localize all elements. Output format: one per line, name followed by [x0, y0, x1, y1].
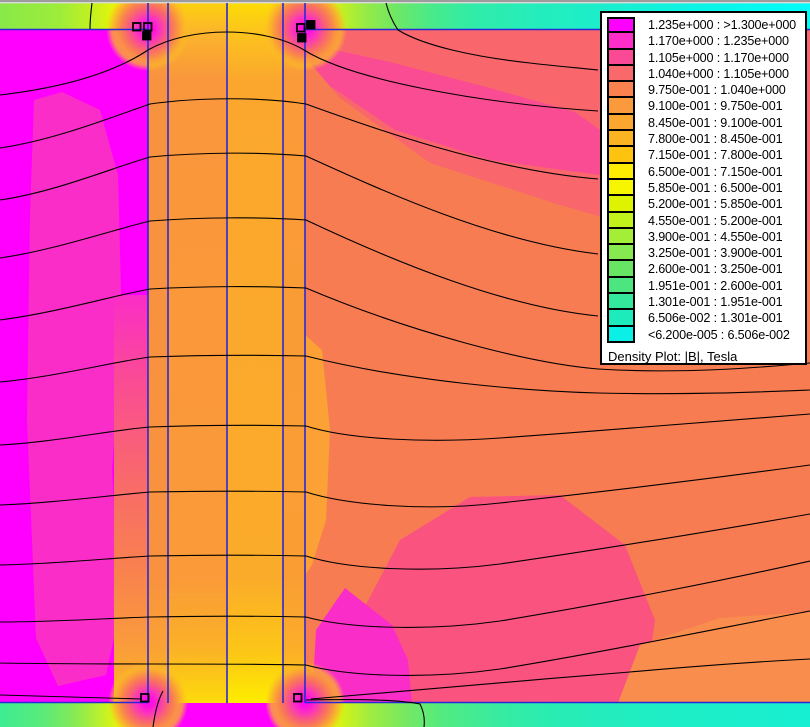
legend-row: 6.500e-001 : 7.150e-001 — [607, 161, 805, 180]
legend-entry-label: 7.150e-001 : 7.800e-001 — [648, 148, 783, 163]
legend-entry-label: 1.040e+000 : 1.105e+000 — [648, 66, 789, 81]
node-marker — [142, 31, 152, 41]
legend-row: 3.250e-001 : 3.900e-001 — [607, 243, 805, 262]
bottom-air-strip-right — [305, 703, 810, 727]
left-transition-band — [114, 295, 148, 703]
legend-row: 3.900e-001 : 4.550e-001 — [607, 226, 805, 246]
legend-entry-label: 1.951e-001 : 2.600e-001 — [648, 278, 783, 293]
legend-entry-label: 8.450e-001 : 9.100e-001 — [648, 115, 783, 130]
legend-row: 1.951e-001 : 2.600e-001 — [607, 275, 805, 295]
left-pink-patch — [27, 92, 122, 686]
legend-row: 1.105e+000 : 1.170e+000 — [607, 47, 805, 66]
window-top-highlight — [0, 2, 810, 4]
legend-entry-label: 7.800e-001 : 8.450e-001 — [648, 132, 783, 147]
femm-postprocessor-view: 1.235e+000 : >1.300e+000 1.170e+000 : 1.2… — [0, 0, 810, 727]
node-marker — [306, 20, 316, 30]
legend-row: 6.506e-002 : 1.301e-001 — [607, 308, 805, 327]
legend-row: 1.040e+000 : 1.105e+000 — [607, 63, 805, 83]
legend-row: 2.600e-001 : 3.250e-001 — [607, 259, 805, 278]
legend-entry-label: 3.250e-001 : 3.900e-001 — [648, 246, 783, 261]
legend-row: 5.850e-001 : 6.500e-001 — [607, 177, 805, 197]
legend-row: 1.235e+000 : >1.300e+000 — [607, 17, 805, 34]
legend-entry-label: 9.750e-001 : 1.040e+000 — [648, 83, 786, 98]
legend-swatch — [607, 324, 635, 343]
legend-entry-label: 5.850e-001 : 6.500e-001 — [648, 180, 783, 195]
legend-box: 1.235e+000 : >1.300e+000 1.170e+000 : 1.2… — [600, 11, 807, 365]
legend-entry-label: 4.550e-001 : 5.200e-001 — [648, 213, 783, 228]
legend-entry-label: 1.301e-001 : 1.951e-001 — [648, 295, 783, 310]
legend-entry-label: 9.100e-001 : 9.750e-001 — [648, 99, 783, 114]
legend-entry-label: 6.500e-001 : 7.150e-001 — [648, 164, 783, 179]
legend-entry-label: <6.200e-005 : 6.506e-002 — [648, 327, 790, 342]
legend-entry-label: 2.600e-001 : 3.250e-001 — [648, 262, 783, 277]
legend-row: 8.450e-001 : 9.100e-001 — [607, 112, 805, 132]
legend-row: 5.200e-001 : 5.850e-001 — [607, 194, 805, 213]
legend-entry-label: 1.170e+000 : 1.235e+000 — [648, 34, 789, 49]
legend-row: 1.170e+000 : 1.235e+000 — [607, 31, 805, 50]
legend-row: 1.301e-001 : 1.951e-001 — [607, 292, 805, 311]
legend-entries: 1.235e+000 : >1.300e+000 1.170e+000 : 1.2… — [607, 17, 805, 343]
legend-row: <6.200e-005 : 6.506e-002 — [607, 324, 805, 343]
legend-row: 4.550e-001 : 5.200e-001 — [607, 210, 805, 229]
legend-row: 9.100e-001 : 9.750e-001 — [607, 96, 805, 115]
legend-caption: Density Plot: |B|, Tesla — [608, 348, 738, 364]
legend-row: 7.150e-001 : 7.800e-001 — [607, 145, 805, 164]
legend-row: 9.750e-001 : 1.040e+000 — [607, 80, 805, 99]
legend-entry-label: 6.506e-002 : 1.301e-001 — [648, 311, 783, 326]
legend-entry-label: 1.105e+000 : 1.170e+000 — [648, 50, 789, 65]
node-marker — [297, 33, 307, 43]
legend-entry-label: 5.200e-001 : 5.850e-001 — [648, 197, 783, 212]
legend-entry-label: 1.235e+000 : >1.300e+000 — [648, 18, 797, 32]
window-top-edge — [0, 0, 810, 2]
legend-entry-label: 3.900e-001 : 4.550e-001 — [648, 229, 783, 244]
legend-row: 7.800e-001 : 8.450e-001 — [607, 129, 805, 148]
